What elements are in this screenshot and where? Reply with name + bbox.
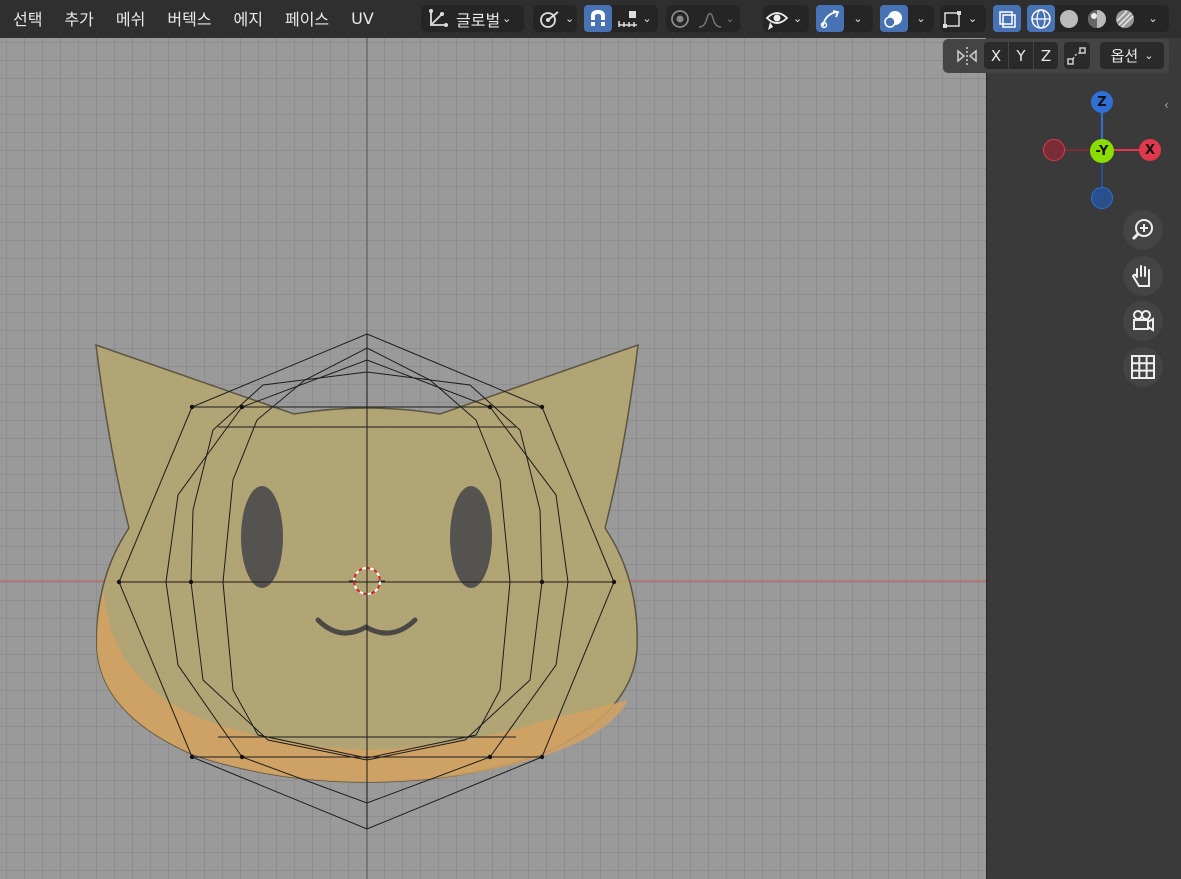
- chevron-down-icon: ⌄: [793, 12, 803, 25]
- left-eye[interactable]: [241, 486, 283, 588]
- proportional-editing-toggle[interactable]: [666, 5, 694, 32]
- wireframe-shading-button[interactable]: [1027, 5, 1055, 32]
- pan-button[interactable]: [1123, 256, 1163, 296]
- mirror-toggle[interactable]: [952, 42, 982, 69]
- visibility-icon: [765, 11, 789, 30]
- gizmo-group: ⌄: [816, 5, 873, 32]
- snap-increment-icon: [618, 10, 638, 27]
- chevron-down-icon: ⌄: [916, 12, 926, 25]
- gizmo-dropdown[interactable]: ⌄: [844, 5, 870, 32]
- snap-icon: [591, 9, 605, 26]
- menu-edge[interactable]: 에지: [223, 6, 274, 30]
- overlay-group: ⌄: [880, 5, 934, 32]
- auto-merge-icon: [1067, 46, 1086, 65]
- mesh-edit-overlay-icon: [943, 10, 961, 28]
- ortho-toggle-button[interactable]: [1123, 347, 1163, 387]
- falloff-dropdown[interactable]: ⌄: [694, 5, 738, 32]
- wireframe-shading-icon: [1031, 8, 1051, 29]
- mirror-icon: [957, 46, 977, 65]
- mirror-y-button[interactable]: Y: [1009, 42, 1033, 69]
- viewport-header: 선택 추가 메쉬 버텍스 에지 페이스 UV 글로벌 ⌄ ⌄ ⌄ ⌄ ⌄ ⌄ ⌄…: [0, 0, 1181, 38]
- grid-icon: [1131, 355, 1155, 379]
- chevron-down-icon: ⌄: [1148, 12, 1158, 25]
- mirror-x-button[interactable]: X: [984, 42, 1008, 69]
- mirror-options-bar: X Y Z 옵션 ⌄: [943, 39, 1169, 73]
- gizmo-icon: [820, 9, 840, 28]
- pivot-icon: [540, 10, 559, 28]
- menu-face[interactable]: 페이스: [274, 6, 340, 30]
- snap-group: ⌄: [584, 5, 658, 32]
- proportional-editing-group: ⌄: [666, 5, 740, 32]
- overlay-dropdown[interactable]: ⌄: [908, 5, 932, 32]
- gizmo-toggle[interactable]: [816, 5, 844, 32]
- selectability-visibility-dropdown[interactable]: ⌄: [763, 5, 809, 32]
- material-shading-button[interactable]: [1083, 5, 1111, 32]
- mirror-z-button[interactable]: Z: [1034, 42, 1058, 69]
- chevron-down-icon: ⌄: [502, 12, 512, 25]
- proportional-editing-icon: [671, 9, 689, 28]
- transform-orientation-icon: [429, 8, 448, 27]
- chevron-down-icon: ⌄: [642, 12, 652, 25]
- zoom-button[interactable]: [1123, 210, 1163, 250]
- shading-dropdown[interactable]: ⌄: [1139, 5, 1165, 32]
- camera-icon: [1133, 310, 1154, 332]
- menu-add[interactable]: 추가: [53, 6, 104, 30]
- chevron-down-icon: ⌄: [1144, 49, 1154, 62]
- overlay-toggle[interactable]: [880, 5, 908, 32]
- solid-shading-icon: [1060, 9, 1078, 28]
- auto-merge-toggle[interactable]: [1064, 42, 1090, 69]
- material-shading-icon: [1088, 9, 1106, 28]
- gizmo-x-negative[interactable]: [1043, 139, 1065, 161]
- gizmo-x-positive[interactable]: X: [1139, 139, 1161, 161]
- falloff-icon: [699, 12, 722, 28]
- zoom-icon: [1131, 219, 1153, 241]
- gizmo-y-negative[interactable]: -Y: [1090, 139, 1114, 163]
- hand-icon: [1131, 265, 1150, 287]
- shading-mode-group: ⌄: [1027, 5, 1169, 32]
- pivot-dropdown[interactable]: ⌄: [533, 5, 577, 32]
- rendered-shading-icon: [1116, 9, 1134, 28]
- right-eye[interactable]: [450, 486, 492, 588]
- header-menu: 선택 추가 메쉬 버텍스 에지 페이스 UV: [2, 0, 385, 36]
- orientation-label: 글로벌: [456, 10, 501, 30]
- menu-mesh[interactable]: 메쉬: [105, 6, 156, 30]
- options-label: 옵션: [1110, 47, 1139, 65]
- chevron-down-icon: ⌄: [725, 12, 735, 25]
- transform-orientation-dropdown[interactable]: 글로벌 ⌄: [421, 5, 524, 32]
- menu-select[interactable]: 선택: [2, 6, 53, 30]
- gizmo-y-positive[interactable]: [1091, 187, 1113, 209]
- snap-toggle[interactable]: [584, 5, 612, 32]
- viewport-scene[interactable]: [0, 0, 986, 879]
- options-dropdown[interactable]: 옵션 ⌄: [1100, 42, 1164, 69]
- chevron-down-icon: ⌄: [968, 12, 978, 25]
- mesh-edit-overlay-dropdown[interactable]: ⌄: [940, 5, 986, 32]
- gizmo-z-positive[interactable]: Z: [1091, 91, 1113, 113]
- xray-toggle[interactable]: [993, 5, 1021, 32]
- chevron-down-icon: ⌄: [853, 12, 863, 25]
- solid-shading-button[interactable]: [1055, 5, 1083, 32]
- xray-icon: [999, 10, 1016, 28]
- xray-group: [993, 5, 1021, 32]
- snap-target-dropdown[interactable]: ⌄: [612, 5, 656, 32]
- 3d-viewport[interactable]: [0, 0, 986, 879]
- menu-uv[interactable]: UV: [340, 9, 385, 28]
- rendered-shading-button[interactable]: [1111, 5, 1139, 32]
- camera-view-button[interactable]: [1123, 301, 1163, 341]
- overlay-icon: [884, 10, 902, 28]
- chevron-down-icon: ⌄: [565, 12, 575, 25]
- menu-vertex[interactable]: 버텍스: [156, 6, 222, 30]
